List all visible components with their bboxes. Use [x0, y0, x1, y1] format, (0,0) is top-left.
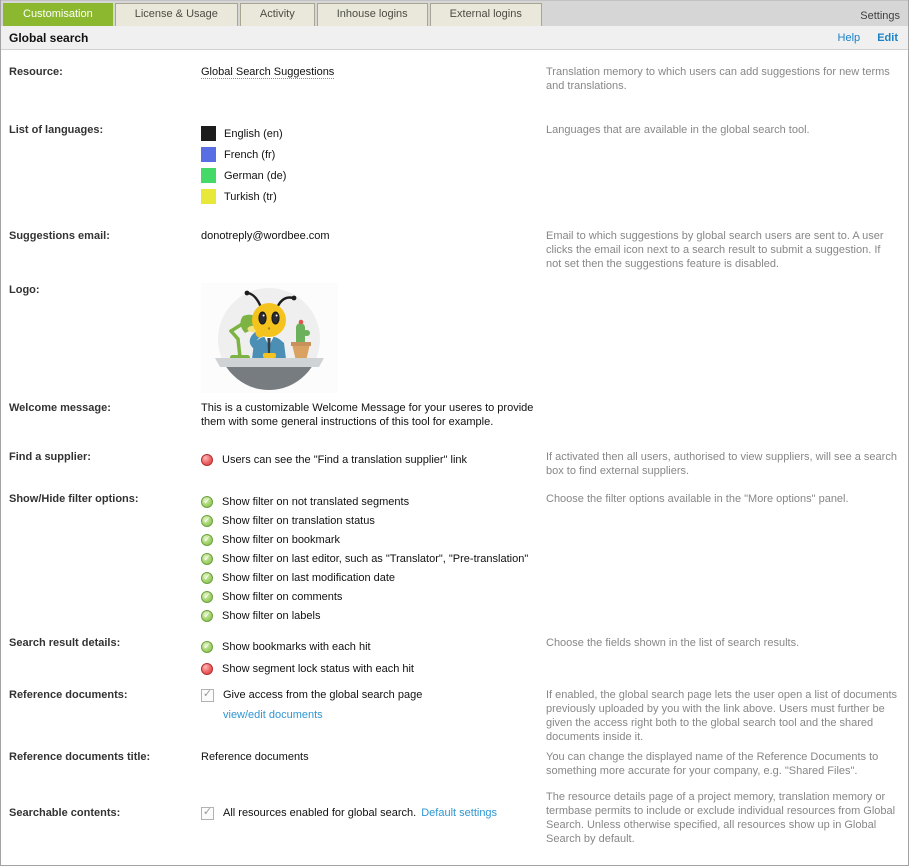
reference-documents-title-description: You can change the displayed name of the… [546, 750, 908, 778]
searchable-contents-description: The resource details page of a project m… [546, 790, 908, 846]
help-link[interactable]: Help [838, 32, 861, 44]
search-result-option: Show segment lock status with each hit [201, 658, 546, 680]
language-row: Turkish (tr) [201, 186, 546, 207]
tab-license-usage[interactable]: License & Usage [115, 3, 238, 26]
filter-option-text: Show filter on bookmark [222, 533, 340, 547]
enabled-status-icon [201, 641, 213, 653]
filter-option: Show filter on comments [201, 587, 546, 606]
language-color-swatch [201, 126, 216, 141]
give-access-checkbox-label: Give access from the global search page [223, 688, 422, 702]
disabled-status-icon [201, 663, 213, 675]
welcome-message-label: Welcome message: [1, 401, 201, 415]
language-color-swatch [201, 168, 216, 183]
filter-option: Show filter on not translated segments [201, 492, 546, 511]
suggestions-email-label: Suggestions email: [1, 229, 201, 243]
section-logo: Logo: [1, 283, 908, 393]
section-searchable-contents: Searchable contents: All resources enabl… [1, 790, 908, 846]
search-result-details-description: Choose the fields shown in the list of s… [546, 636, 908, 650]
language-color-swatch [201, 147, 216, 162]
tab-inhouse-logins[interactable]: Inhouse logins [317, 3, 428, 26]
filter-option: Show filter on last editor, such as "Tra… [201, 549, 546, 568]
enabled-status-icon [201, 515, 213, 527]
search-result-option-text: Show segment lock status with each hit [222, 662, 414, 676]
all-resources-checkbox[interactable] [201, 807, 214, 820]
tab-bar: Customisation License & Usage Activity I… [1, 0, 908, 26]
section-welcome-message: Welcome message: This is a customizable … [1, 401, 908, 429]
reference-documents-title-label: Reference documents title: [1, 750, 201, 764]
section-resource: Resource: Global Search Suggestions Tran… [1, 65, 908, 93]
searchable-contents-checkbox-row: All resources enabled for global search.… [201, 806, 546, 820]
reference-documents-checkbox-row: Give access from the global search page [201, 688, 546, 702]
enabled-status-icon [201, 591, 213, 603]
filter-options-description: Choose the filter options available in t… [546, 492, 908, 506]
language-color-swatch [201, 189, 216, 204]
section-header: Global search Help Edit [1, 26, 908, 50]
searchable-contents-label: Searchable contents: [1, 790, 201, 820]
language-row: French (fr) [201, 144, 546, 165]
settings-content: Resource: Global Search Suggestions Tran… [1, 65, 908, 846]
filter-option-text: Show filter on not translated segments [222, 495, 409, 509]
section-reference-documents: Reference documents: Give access from th… [1, 688, 908, 744]
settings-page: Customisation License & Usage Activity I… [0, 0, 909, 866]
reference-documents-description: If enabled, the global search page lets … [546, 688, 908, 744]
resource-label: Resource: [1, 65, 201, 79]
resource-description: Translation memory to which users can ad… [546, 65, 908, 93]
section-search-result-details: Search result details: Show bookmarks wi… [1, 636, 908, 680]
tab-external-logins[interactable]: External logins [430, 3, 542, 26]
find-supplier-label: Find a supplier: [1, 450, 201, 464]
filter-option: Show filter on translation status [201, 511, 546, 530]
filter-option-text: Show filter on labels [222, 609, 320, 623]
filter-option-text: Show filter on last editor, such as "Tra… [222, 552, 528, 566]
language-name: English (en) [224, 127, 283, 141]
view-edit-documents-link[interactable]: view/edit documents [223, 708, 323, 722]
settings-label: Settings [860, 10, 908, 26]
welcome-message-value: This is a customizable Welcome Message f… [201, 401, 546, 429]
resource-value[interactable]: Global Search Suggestions [201, 66, 334, 79]
find-supplier-description: If activated then all users, authorised … [546, 450, 908, 478]
tab-activity[interactable]: Activity [240, 3, 315, 26]
section-find-supplier: Find a supplier: Users can see the "Find… [1, 450, 908, 478]
find-supplier-option-text: Users can see the "Find a translation su… [222, 453, 467, 467]
filter-options-label: Show/Hide filter options: [1, 492, 201, 506]
all-resources-checkbox-label: All resources enabled for global search. [223, 806, 416, 820]
language-row: English (en) [201, 123, 546, 144]
enabled-status-icon [201, 572, 213, 584]
page-title: Global search [1, 31, 88, 45]
find-supplier-option: Users can see the "Find a translation su… [201, 450, 546, 469]
reference-documents-label: Reference documents: [1, 688, 201, 702]
section-filter-options: Show/Hide filter options: Show filter on… [1, 492, 908, 625]
enabled-status-icon [201, 553, 213, 565]
search-result-option: Show bookmarks with each hit [201, 636, 546, 658]
give-access-checkbox[interactable] [201, 689, 214, 702]
filter-option-text: Show filter on comments [222, 590, 342, 604]
enabled-status-icon [201, 610, 213, 622]
section-suggestions-email: Suggestions email: donotreply@wordbee.co… [1, 229, 908, 271]
search-result-option-text: Show bookmarks with each hit [222, 640, 371, 654]
logo-label: Logo: [1, 283, 201, 297]
default-settings-link[interactable]: Default settings [421, 806, 497, 820]
enabled-status-icon [201, 496, 213, 508]
search-result-details-label: Search result details: [1, 636, 201, 650]
suggestions-email-description: Email to which suggestions by global sea… [546, 229, 908, 271]
language-name: Turkish (tr) [224, 190, 277, 204]
suggestions-email-value: donotreply@wordbee.com [201, 229, 546, 243]
section-reference-documents-title: Reference documents title: Reference doc… [1, 750, 908, 778]
filter-option-text: Show filter on translation status [222, 514, 375, 528]
filter-option: Show filter on bookmark [201, 530, 546, 549]
edit-link[interactable]: Edit [877, 32, 898, 44]
languages-description: Languages that are available in the glob… [546, 123, 908, 137]
disabled-status-icon [201, 454, 213, 466]
tab-customisation[interactable]: Customisation [3, 3, 113, 26]
filter-option-text: Show filter on last modification date [222, 571, 395, 585]
enabled-status-icon [201, 534, 213, 546]
bee-mascot-logo [201, 283, 338, 393]
languages-label: List of languages: [1, 123, 201, 137]
language-name: French (fr) [224, 148, 275, 162]
filter-option: Show filter on last modification date [201, 568, 546, 587]
reference-documents-title-value: Reference documents [201, 750, 546, 764]
language-row: German (de) [201, 165, 546, 186]
section-languages: List of languages: English (en) French (… [1, 123, 908, 207]
language-name: German (de) [224, 169, 286, 183]
filter-option: Show filter on labels [201, 606, 546, 625]
